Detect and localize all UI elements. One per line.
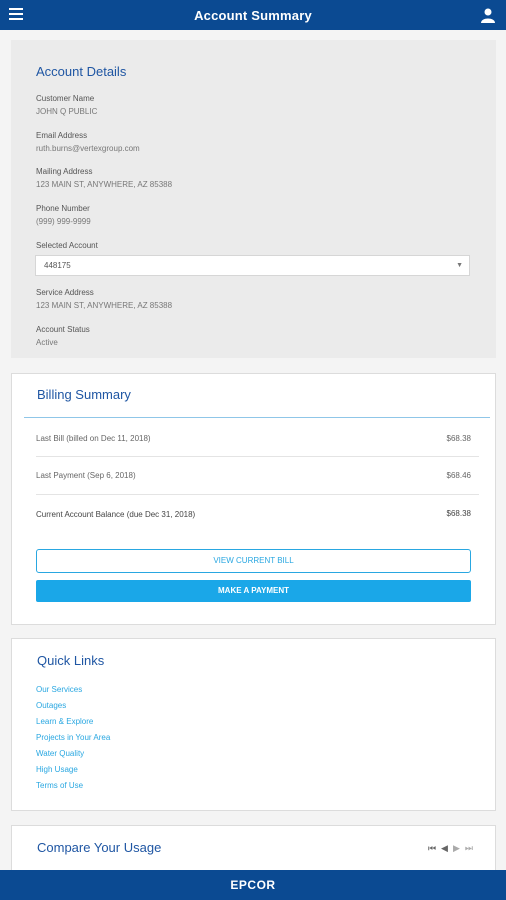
billing-row-divider xyxy=(36,494,479,495)
compare-usage-title: Compare Your Usage xyxy=(37,840,162,855)
quick-link-water-quality[interactable]: Water Quality xyxy=(36,749,84,758)
customer-name-value: JOHN Q PUBLIC xyxy=(36,107,98,116)
service-address-value: 123 MAIN ST, ANYWHERE, AZ 85388 xyxy=(36,301,173,310)
phone-number-label: Phone Number xyxy=(36,204,90,213)
last-bill-label: Last Bill (billed on Dec 11, 2018) xyxy=(36,434,151,443)
selected-account-value: 448175 xyxy=(44,261,71,270)
current-balance-label: Current Account Balance (due Dec 31, 201… xyxy=(36,510,196,519)
account-details-panel: Account Details Customer Name JOHN Q PUB… xyxy=(11,40,496,358)
mailing-address-label: Mailing Address xyxy=(36,167,93,176)
quick-links-card: Quick Links Our Services Outages Learn &… xyxy=(11,638,496,811)
next-icon[interactable]: ▶ xyxy=(453,843,460,854)
page-title: Account Summary xyxy=(194,7,312,23)
scroll-content[interactable]: Account Details Customer Name JOHN Q PUB… xyxy=(0,30,506,870)
make-payment-button[interactable]: MAKE A PAYMENT xyxy=(36,580,471,602)
service-address-label: Service Address xyxy=(36,288,94,297)
epcor-logo: EPCOR xyxy=(230,878,276,892)
footer-bar: EPCOR xyxy=(0,870,506,900)
selected-account-select[interactable]: 448175 ▼ xyxy=(35,255,470,276)
first-page-icon[interactable]: ⏮ xyxy=(428,843,436,854)
hamburger-menu-icon[interactable] xyxy=(9,8,23,22)
quick-link-projects[interactable]: Projects in Your Area xyxy=(36,733,110,742)
selected-account-label: Selected Account xyxy=(36,241,98,250)
dropdown-caret-icon: ▼ xyxy=(456,262,463,269)
last-payment-label: Last Payment (Sep 6, 2018) xyxy=(36,471,136,480)
billing-row-divider xyxy=(36,456,479,457)
usage-pager: ⏮ ◀ ▶ ⏭ xyxy=(428,843,473,854)
compare-usage-card: Compare Your Usage ⏮ ◀ ▶ ⏭ xyxy=(11,825,496,870)
current-balance-amount: $68.38 xyxy=(446,509,471,518)
billing-summary-card: Billing Summary Last Bill (billed on Dec… xyxy=(11,373,496,625)
user-icon[interactable] xyxy=(480,7,496,23)
billing-summary-title: Billing Summary xyxy=(37,387,131,402)
account-status-label: Account Status xyxy=(36,325,90,334)
quick-link-high-usage[interactable]: High Usage xyxy=(36,765,78,774)
top-app-bar: Account Summary xyxy=(0,0,506,30)
quick-link-outages[interactable]: Outages xyxy=(36,701,66,710)
mailing-address-value: 123 MAIN ST, ANYWHERE, AZ 85388 xyxy=(36,180,173,189)
last-payment-amount: $68.46 xyxy=(446,471,471,480)
account-status-value: Active xyxy=(36,338,58,347)
last-bill-amount: $68.38 xyxy=(446,434,471,443)
email-address-label: Email Address xyxy=(36,131,88,140)
account-details-title: Account Details xyxy=(36,64,127,79)
view-current-bill-button[interactable]: VIEW CURRENT BILL xyxy=(36,549,471,573)
billing-title-divider xyxy=(24,417,490,418)
quick-link-our-services[interactable]: Our Services xyxy=(36,685,82,694)
quick-link-terms-of-use[interactable]: Terms of Use xyxy=(36,781,83,790)
quick-links-title: Quick Links xyxy=(37,653,105,668)
previous-icon[interactable]: ◀ xyxy=(441,843,448,854)
email-address-value: ruth.burns@vertexgroup.com xyxy=(36,144,140,153)
quick-link-learn-explore[interactable]: Learn & Explore xyxy=(36,717,93,726)
phone-number-value: (999) 999-9999 xyxy=(36,217,91,226)
customer-name-label: Customer Name xyxy=(36,94,95,103)
last-page-icon[interactable]: ⏭ xyxy=(465,843,473,854)
